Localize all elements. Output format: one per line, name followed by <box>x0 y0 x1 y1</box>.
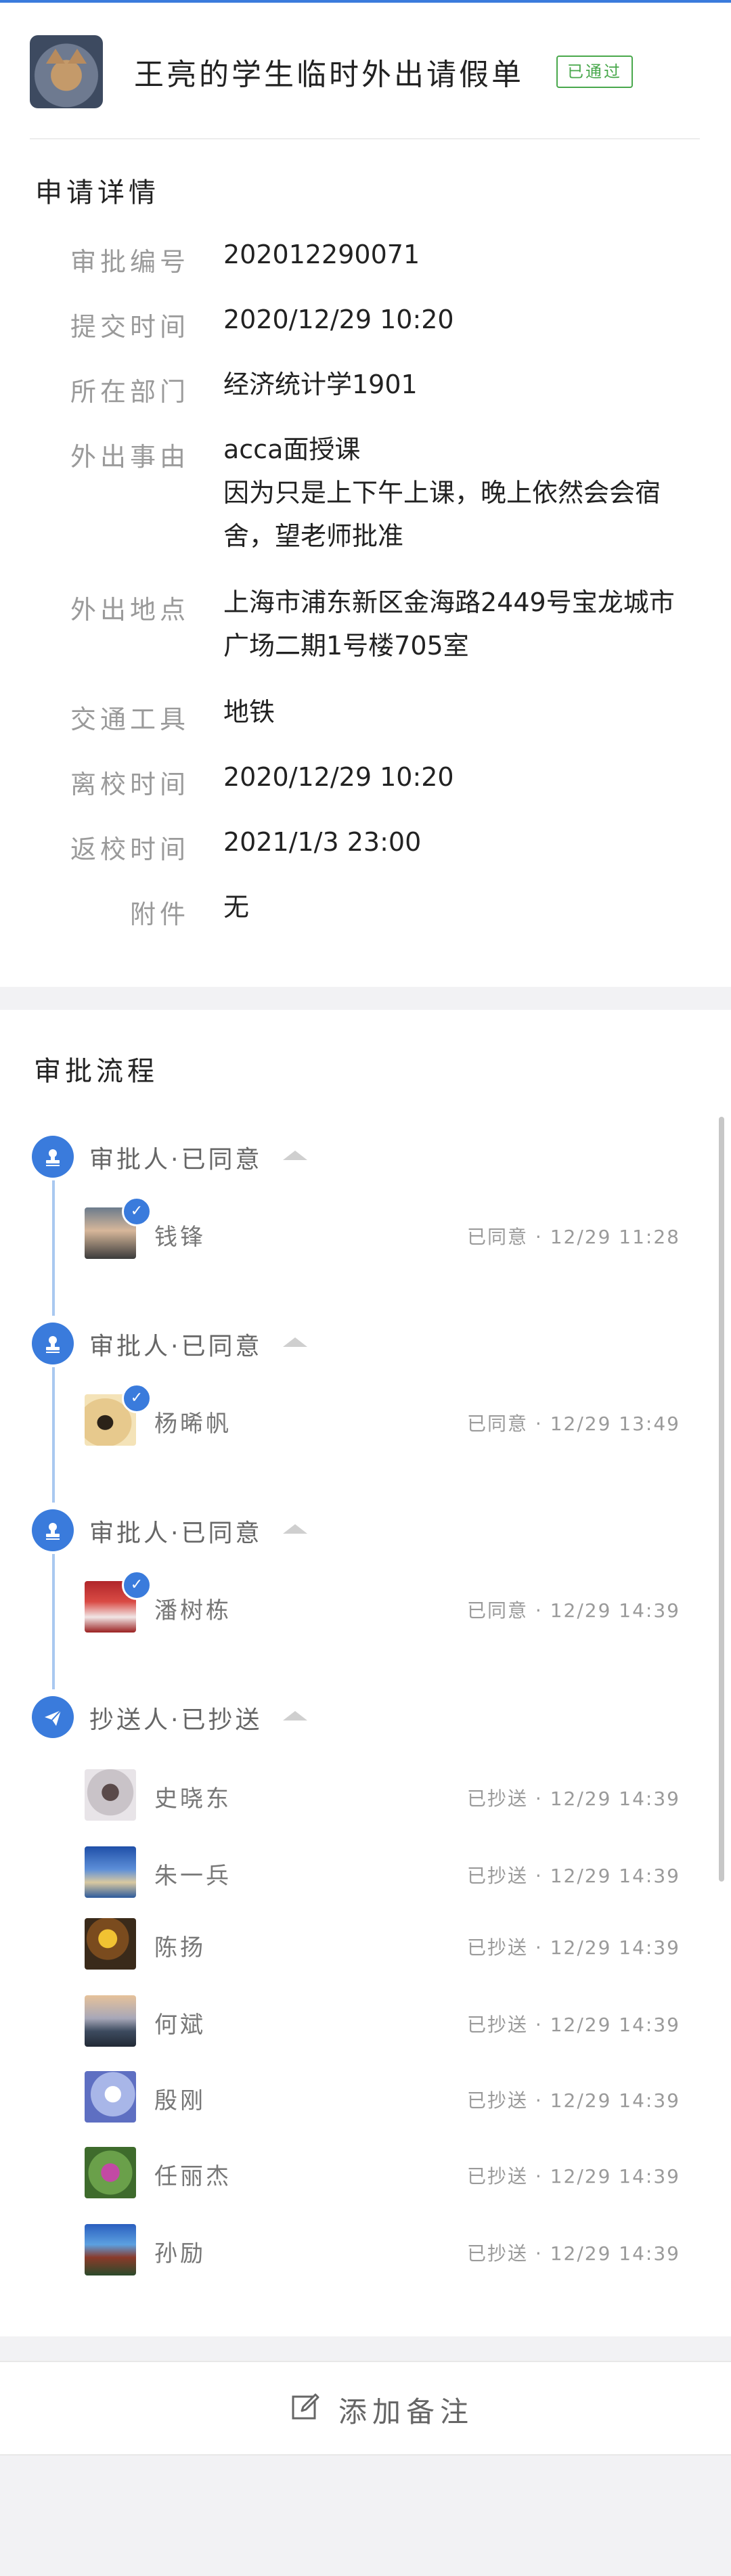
flow-step-cc: 抄送人·已抄送 <box>0 1693 731 1741</box>
check-icon: ✓ <box>122 1570 152 1600</box>
step-label: 抄送人·已抄送 <box>89 1706 263 1734</box>
cc-name: 任丽杰 <box>154 2163 231 2190</box>
cc-entry: 陈扬 已抄送 · 12/29 14:39 <box>0 1918 731 1972</box>
detail-value: 2020/12/29 10:20 <box>223 762 454 792</box>
cc-status: 已抄送 · 12/29 14:39 <box>467 1865 680 1887</box>
cc-name: 殷刚 <box>154 2087 206 2114</box>
detail-label: 交通工具 <box>70 705 190 734</box>
check-icon: ✓ <box>122 1197 152 1226</box>
application-card: 王亮的学生临时外出请假单 已通过 申请详情 审批编号 202012290071 … <box>0 3 731 987</box>
detail-value: 经济统计学1901 <box>223 370 418 399</box>
flow-step-approver-1: 审批人·已同意 <box>0 1133 731 1180</box>
avatar <box>85 1769 136 1821</box>
status-badge: 已通过 <box>556 55 633 88</box>
detail-value: 2021/1/3 23:00 <box>223 827 422 857</box>
detail-value: 2020/12/29 10:20 <box>223 305 454 334</box>
approver-name: 潘树栋 <box>154 1597 231 1624</box>
stamp-icon <box>32 1509 74 1551</box>
detail-label: 所在部门 <box>70 377 190 407</box>
cc-status: 已抄送 · 12/29 14:39 <box>467 2089 680 2112</box>
cc-entry: 任丽杰 已抄送 · 12/29 14:39 <box>0 2147 731 2201</box>
edit-icon <box>291 2392 321 2422</box>
detail-label: 返校时间 <box>70 835 190 864</box>
detail-value: 202012290071 <box>223 240 420 269</box>
collapse-caret-icon[interactable] <box>283 1524 307 1534</box>
cc-name: 史晓东 <box>154 1785 231 1813</box>
scrollbar[interactable] <box>719 1117 724 1882</box>
add-note-button[interactable]: 添加备注 <box>0 2361 731 2456</box>
approver-name: 杨晞帆 <box>154 1411 231 1438</box>
detail-label: 附件 <box>129 900 190 929</box>
detail-value: acca面授课 因为只是上下午上课，晚上依然会会宿舍，望老师批准 <box>223 435 661 551</box>
approver-entry: ✓ 钱锋 已同意 · 12/29 11:28 <box>0 1197 731 1262</box>
page-title: 王亮的学生临时外出请假单 <box>134 58 524 92</box>
cc-status: 已抄送 · 12/29 14:39 <box>467 2242 680 2265</box>
page-header: 王亮的学生临时外出请假单 已通过 <box>30 35 700 110</box>
detail-label: 审批编号 <box>70 247 190 277</box>
header-divider <box>30 138 700 139</box>
detail-label: 外出地点 <box>70 595 190 625</box>
detail-label: 外出事由 <box>70 442 190 472</box>
approver-entry: ✓ 潘树栋 已同意 · 12/29 14:39 <box>0 1570 731 1635</box>
cat-avatar <box>30 35 103 108</box>
cc-status: 已抄送 · 12/29 14:39 <box>467 1936 680 1959</box>
detail-label: 离校时间 <box>70 770 190 799</box>
avatar <box>85 2071 136 2123</box>
detail-value: 地铁 <box>223 697 275 727</box>
cc-entry: 何斌 已抄送 · 12/29 14:39 <box>0 1995 731 2049</box>
step-label: 审批人·已同意 <box>89 1146 263 1174</box>
flow-step-approver-3: 审批人·已同意 <box>0 1507 731 1554</box>
avatar <box>85 1846 136 1898</box>
avatar <box>85 1918 136 1970</box>
cc-entry: 孙励 已抄送 · 12/29 14:39 <box>0 2224 731 2278</box>
check-icon: ✓ <box>122 1383 152 1413</box>
collapse-caret-icon[interactable] <box>283 1337 307 1347</box>
cc-entry: 史晓东 已抄送 · 12/29 14:39 <box>0 1769 731 1823</box>
flow-section-title: 审批流程 <box>34 1056 158 1087</box>
cc-name: 朱一兵 <box>154 1863 231 1890</box>
add-note-label: 添加备注 <box>338 2395 474 2428</box>
step-label: 审批人·已同意 <box>89 1519 263 1547</box>
approver-name: 钱锋 <box>154 1224 206 1251</box>
stamp-icon <box>32 1323 74 1364</box>
stamp-icon <box>32 1136 74 1178</box>
cc-entry: 朱一兵 已抄送 · 12/29 14:39 <box>0 1846 731 1901</box>
cc-entry: 殷刚 已抄送 · 12/29 14:39 <box>0 2071 731 2125</box>
collapse-caret-icon[interactable] <box>283 1711 307 1720</box>
collapse-caret-icon[interactable] <box>283 1151 307 1160</box>
send-icon <box>32 1696 74 1738</box>
flow-step-approver-2: 审批人·已同意 <box>0 1320 731 1367</box>
cc-name: 孙励 <box>154 2240 206 2267</box>
cc-name: 何斌 <box>154 2012 206 2039</box>
cc-status: 已抄送 · 12/29 14:39 <box>467 2014 680 2036</box>
approver-status: 已同意 · 12/29 11:28 <box>467 1226 680 1248</box>
detail-value: 上海市浦东新区金海路2449号宝龙城市广场二期1号楼705室 <box>223 587 675 661</box>
section-separator <box>0 987 731 1010</box>
cc-status: 已抄送 · 12/29 14:39 <box>467 2165 680 2188</box>
avatar <box>85 1995 136 2047</box>
detail-label: 提交时间 <box>70 312 190 342</box>
details-section-title: 申请详情 <box>35 177 160 208</box>
footer-separator <box>0 2336 731 2361</box>
step-label: 审批人·已同意 <box>89 1333 263 1360</box>
cc-name: 陈扬 <box>154 1934 206 1961</box>
detail-value: 无 <box>223 892 250 922</box>
avatar <box>85 2147 136 2198</box>
approver-entry: ✓ 杨晞帆 已同意 · 12/29 13:49 <box>0 1383 731 1448</box>
avatar <box>85 2224 136 2275</box>
approver-status: 已同意 · 12/29 14:39 <box>467 1599 680 1622</box>
cc-status: 已抄送 · 12/29 14:39 <box>467 1787 680 1810</box>
approver-status: 已同意 · 12/29 13:49 <box>467 1413 680 1435</box>
